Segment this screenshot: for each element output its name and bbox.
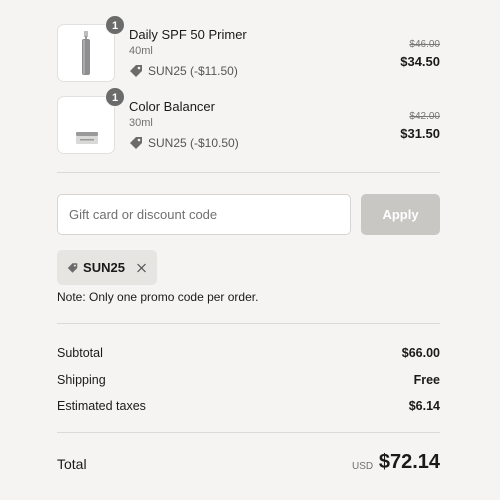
subtotal-value: $66.00	[401, 346, 440, 360]
item-discount-label: SUN25 (-$11.50)	[148, 64, 238, 78]
subtotal-label: Subtotal	[57, 346, 103, 360]
original-price: $46.00	[409, 39, 440, 50]
apply-button[interactable]: Apply	[361, 194, 440, 235]
order-summary: 1 Daily SPF 50 Primer 40ml SUN25 (-$11.5…	[0, 0, 500, 500]
product-thumbnail	[57, 96, 115, 154]
shipping-label: Shipping	[57, 373, 106, 387]
quantity-badge: 1	[105, 15, 125, 35]
tag-icon	[130, 65, 142, 77]
total-value: $72.14	[378, 451, 440, 473]
product-variant: 40ml	[129, 45, 153, 57]
divider	[57, 172, 440, 173]
taxes-label: Estimated taxes	[57, 399, 146, 413]
item-discount: SUN25 (-$10.50)	[129, 136, 239, 150]
applied-code-chip: SUN25	[57, 250, 157, 285]
promo-note: Note: Only one promo code per order.	[57, 290, 259, 304]
discount-code-input[interactable]	[57, 194, 351, 235]
product-thumbnail	[57, 24, 115, 82]
tag-icon	[67, 262, 78, 273]
total-label: Total	[57, 456, 87, 472]
remove-code-icon[interactable]	[136, 261, 147, 275]
total-currency: USD	[352, 461, 374, 472]
line-item: 1 Daily SPF 50 Primer 40ml SUN25 (-$11.5…	[57, 15, 440, 84]
bottle-product-icon	[82, 31, 90, 75]
item-discount: SUN25 (-$11.50)	[129, 64, 238, 78]
shipping-value: Free	[413, 373, 440, 387]
product-variant: 30ml	[129, 117, 153, 129]
item-discount-label: SUN25 (-$10.50)	[148, 136, 239, 150]
discounted-price: $34.50	[400, 54, 440, 69]
product-name: Daily SPF 50 Primer	[129, 27, 247, 42]
quantity-badge: 1	[105, 87, 125, 107]
line-item: 1 Color Balancer 30ml SUN25 (-$10.50) $4…	[57, 87, 440, 156]
taxes-value: $6.14	[408, 399, 440, 413]
discounted-price: $31.50	[400, 126, 440, 141]
original-price: $42.00	[409, 111, 440, 122]
product-name: Color Balancer	[129, 99, 215, 114]
divider	[57, 432, 440, 433]
applied-code-label: SUN25	[83, 260, 125, 275]
divider	[57, 323, 440, 324]
tag-icon	[130, 137, 142, 149]
jar-product-icon	[76, 132, 98, 144]
